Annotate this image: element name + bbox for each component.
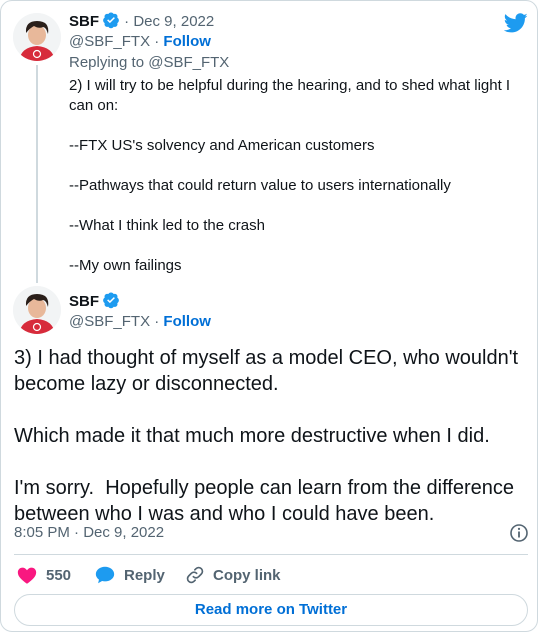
copy-link-button[interactable]: Copy link [185, 563, 281, 587]
avatar[interactable] [13, 286, 61, 334]
verified-badge-icon [103, 12, 119, 29]
author-handle[interactable]: @SBF_FTX [69, 313, 150, 330]
read-more-button[interactable]: Read more on Twitter [14, 594, 528, 626]
like-count: 550 [46, 566, 72, 584]
thread-connector-line [36, 65, 38, 283]
divider [14, 554, 528, 555]
author-name[interactable]: SBF · Dec 9, 2022 [69, 11, 214, 32]
reply-tweet-text: 2) I will try to be helpful during the h… [69, 77, 511, 274]
info-icon[interactable] [509, 523, 529, 543]
reply-bubble-icon [95, 566, 115, 584]
link-icon [186, 566, 204, 584]
twitter-bird-icon[interactable] [504, 11, 528, 35]
verified-badge-icon [103, 292, 119, 309]
handle-line: @SBF_FTX · Follow [69, 312, 211, 332]
handle-line: @SBF_FTX · Follow [69, 32, 211, 52]
avatar-photo-icon [13, 13, 61, 61]
main-tweet-text: 3) I had thought of myself as a model CE… [14, 347, 519, 525]
separator: · [150, 33, 164, 50]
avatar-photo-icon [13, 286, 61, 334]
copy-link-label: Copy link [213, 566, 281, 584]
avatar[interactable] [13, 13, 61, 61]
like-button[interactable]: 550 [16, 563, 71, 587]
follow-link[interactable]: Follow [163, 33, 211, 50]
follow-link[interactable]: Follow [163, 313, 211, 330]
reply-button[interactable]: Reply [94, 563, 165, 587]
heart-icon [17, 567, 37, 584]
author-handle[interactable]: @SBF_FTX [69, 33, 150, 50]
separator: · [150, 313, 164, 330]
reply-label: Reply [124, 566, 165, 584]
tweet-embed-card: SBF · Dec 9, 2022 @SBF_FTX · Follow Repl… [0, 0, 538, 632]
tweet-timestamp[interactable]: 8:05 PM · Dec 9, 2022 [14, 523, 164, 543]
author-name[interactable]: SBF [69, 291, 120, 312]
tweet-date[interactable]: · Dec 9, 2022 [124, 13, 214, 30]
replying-to[interactable]: Replying to @SBF_FTX [69, 53, 229, 73]
